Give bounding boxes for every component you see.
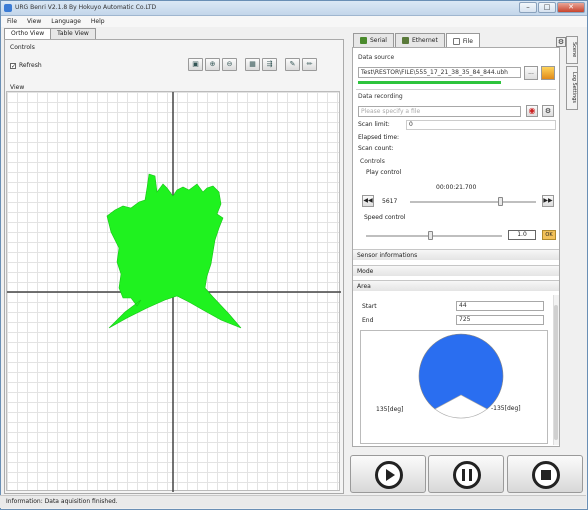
pen-icon[interactable]: ✎ [285,58,300,71]
pause-icon [453,461,481,489]
speed-slider-thumb[interactable] [428,231,433,240]
data-recording-label: Data recording [358,93,403,100]
save-image-icon[interactable]: ▦ [245,58,260,71]
side-tab-log-settings-label: Log Settings [571,72,577,104]
area-scrollbar-thumb[interactable] [554,305,558,440]
menu-help[interactable]: Help [91,18,105,25]
play-slider-track[interactable] [410,201,536,203]
browse-button[interactable]: ... [524,66,538,80]
divider [356,89,556,90]
step-forward-icon[interactable]: ▶▶ [542,195,554,207]
section-sensor-informations-label: Sensor informations [357,252,418,259]
play-button[interactable] [350,455,426,493]
section-mode[interactable]: Mode [353,265,559,276]
scan-plot [7,92,341,492]
area-right-angle-label: -135[deg] [491,405,521,412]
scan-count-label: Scan count: [358,145,394,152]
section-area[interactable]: Area [353,280,559,291]
speed-ok-button[interactable]: OK [542,230,556,240]
play-time: 00:00:21.700 [436,184,477,191]
stop-icon [532,461,560,489]
area-start-input[interactable]: 44 [456,301,544,311]
serial-icon [360,37,367,44]
checkbox-icon: ✓ [10,62,17,70]
section-mode-label: Mode [357,268,374,275]
speed-control-label: Speed control [364,214,406,221]
side-tab-log-settings[interactable]: Log Settings [566,66,578,110]
file-icon [452,37,460,45]
section-area-label: Area [357,283,371,290]
frame-number: 5617 [382,198,398,205]
menu-file[interactable]: File [7,18,17,25]
view-label: View [10,84,25,91]
scan-limit-input[interactable]: 0 [406,120,556,130]
zoom-in-icon[interactable]: ⊕ [205,58,220,71]
section-sensor-informations[interactable]: Sensor informations [353,249,559,260]
tab-ethernet[interactable]: Ethernet [394,33,445,47]
open-folder-icon[interactable] [541,66,555,80]
scan-points-shape [106,173,242,329]
refresh-label: Refresh [19,62,42,69]
speed-slider-track[interactable] [366,235,502,237]
status-bar: Information: Data aquisition finished. [0,495,586,508]
tab-ethernet-label: Ethernet [411,37,438,44]
tab-file[interactable]: File [445,33,480,48]
record-settings-icon[interactable]: ⚙ [542,105,554,117]
area-end-input[interactable]: 725 [456,315,544,325]
tab-table-view[interactable]: Table View [50,28,96,39]
minimize-button[interactable]: – [519,2,537,13]
menu-language[interactable]: Language [51,18,81,25]
tab-serial-label: Serial [370,37,387,44]
area-preview [360,330,548,444]
controls-section-label: Controls [360,158,385,165]
scan-limit-label: Scan limit: [358,121,390,128]
controls-label: Controls [10,44,35,51]
close-button[interactable]: ✕ [557,2,585,13]
elapsed-time-label: Elapsed time: [358,134,400,141]
play-control-label: Play control [366,169,402,176]
data-source-path[interactable]: Test\RESTOR\FILE\555_17_21_38_35_84_844.… [358,67,521,78]
menu-bar: File View Language Help [1,16,587,27]
zoom-fit-icon[interactable]: ▣ [188,58,203,71]
gear-icon[interactable]: ⚙ [556,37,566,47]
area-end-label: End [362,317,374,324]
side-tab-scene[interactable]: Scene [566,36,578,64]
stop-button[interactable] [507,455,583,493]
area-start-label: Start [362,303,377,310]
tab-table-view-label: Table View [57,30,89,37]
pause-button[interactable] [428,455,504,493]
tab-serial[interactable]: Serial [353,33,394,47]
window-title: URG Benri V2.1.8 By Hokuyo Automatic Co.… [15,4,157,11]
status-text: Information: Data aquisition finished. [6,498,118,505]
tab-ortho-view-label: Ortho View [11,30,45,37]
eraser-icon[interactable]: ✏ [302,58,317,71]
play-slider-thumb[interactable] [498,197,503,206]
ethernet-icon [401,37,409,44]
recording-file-input[interactable]: Please specify a file [358,106,521,117]
app-icon [4,4,12,12]
data-source-label: Data source [358,54,395,61]
zoom-out-icon[interactable]: ⊖ [222,58,237,71]
speed-spinbox[interactable]: 1.0 [508,230,536,240]
title-bar: URG Benri V2.1.8 By Hokuyo Automatic Co.… [1,1,587,16]
refresh-checkbox[interactable]: ✓ Refresh [10,62,42,69]
tab-file-label: File [462,37,473,45]
record-button[interactable]: ◉ [526,105,538,117]
export-icon[interactable]: ⇶ [262,58,277,71]
load-progress-bar [358,81,501,84]
area-sector-plot [418,333,504,419]
scan-view-canvas[interactable] [6,91,341,492]
step-back-icon[interactable]: ◀◀ [362,195,374,207]
side-tab-scene-label: Scene [571,42,577,58]
menu-view[interactable]: View [27,18,41,25]
play-icon [375,461,403,489]
maximize-button[interactable]: □ [538,2,556,13]
area-left-angle-label: 135[deg] [376,406,404,413]
